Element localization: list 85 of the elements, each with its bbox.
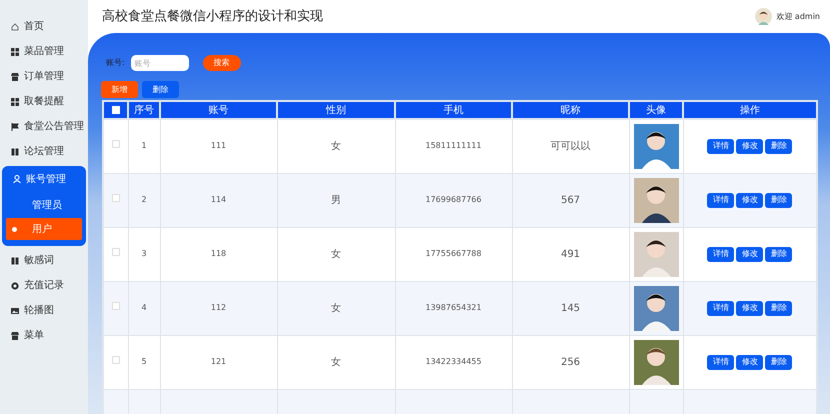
delete-button[interactable]: 删除 [142, 81, 179, 98]
nickname-cell: 145 [512, 281, 629, 335]
grid-icon [11, 48, 19, 56]
account-cell: 114 [160, 173, 277, 227]
row-checkbox[interactable] [112, 248, 120, 256]
search-label: 账号: [106, 57, 125, 69]
image-icon [11, 306, 19, 314]
gender-cell: 女 [277, 335, 395, 389]
phone-cell: 17699687766 [395, 173, 512, 227]
column-header: 昵称 [512, 101, 629, 119]
detail-button[interactable]: 详情 [707, 192, 734, 208]
search-field[interactable]: 账号 [130, 55, 189, 71]
phone-cell: 17755667788 [395, 227, 512, 281]
user-icon [13, 175, 21, 183]
phone-cell: 13422334455 [395, 335, 512, 389]
sidebar-item[interactable]: 账号管理 [2, 166, 86, 192]
submenu-item[interactable]: 用户 [6, 218, 82, 240]
home-icon [11, 22, 19, 30]
welcome-text: 欢迎 admin [776, 10, 820, 22]
flag-icon [11, 122, 19, 130]
sidebar-item[interactable]: 订单管理 [0, 64, 88, 89]
delete-row-button[interactable]: 删除 [765, 354, 792, 370]
add-button[interactable]: 新增 [101, 81, 138, 98]
sidebar-item[interactable]: 首页 [0, 14, 88, 39]
coin-icon [11, 282, 19, 290]
account-cell: 121 [160, 335, 277, 389]
account-cell: 111 [160, 119, 277, 173]
row-checkbox[interactable] [112, 302, 120, 310]
delete-row-button[interactable]: 删除 [765, 246, 792, 262]
grid-icon [11, 98, 19, 106]
select-all-checkbox[interactable] [112, 106, 120, 114]
delete-row-button[interactable]: 删除 [765, 138, 792, 154]
row-number: 2 [128, 173, 160, 227]
edit-button[interactable]: 修改 [736, 138, 764, 154]
detail-button[interactable]: 详情 [707, 138, 734, 154]
row-number: 3 [128, 227, 160, 281]
column-header: 性别 [277, 101, 395, 119]
delete-row-button[interactable]: 删除 [765, 192, 792, 208]
column-header: 手机 [395, 101, 512, 119]
sidebar-item[interactable]: 食堂公告管理 [0, 114, 88, 139]
row-checkbox[interactable] [112, 356, 120, 364]
account-cell: 118 [160, 227, 277, 281]
detail-button[interactable]: 详情 [707, 300, 734, 316]
store-icon [11, 332, 19, 340]
book-icon [11, 148, 19, 156]
phone-cell: 15811111111 [395, 119, 512, 173]
sidebar-item[interactable]: 轮播图 [0, 298, 88, 323]
gender-cell: 女 [277, 119, 395, 173]
delete-row-button[interactable]: 删除 [765, 300, 792, 316]
gender-cell: 女 [277, 227, 395, 281]
row-number: 5 [128, 335, 160, 389]
sidebar-item[interactable]: 敏感词 [0, 248, 88, 273]
nickname-cell: 可可以以 [512, 119, 629, 173]
row-checkbox[interactable] [112, 194, 120, 202]
column-header: 操作 [683, 101, 817, 119]
sidebar-item[interactable]: 菜品管理 [0, 39, 88, 64]
column-header: 账号 [160, 101, 277, 119]
search-button[interactable]: 搜索 [202, 55, 241, 71]
book-icon [11, 256, 19, 264]
store-icon [11, 72, 19, 80]
account-cell: 112 [160, 281, 277, 335]
detail-button[interactable]: 详情 [707, 354, 734, 370]
sidebar-item[interactable]: 充值记录 [0, 273, 88, 298]
nickname-cell: 491 [512, 227, 629, 281]
submenu-item[interactable]: 管理员 [6, 194, 82, 216]
edit-button[interactable]: 修改 [736, 192, 764, 208]
detail-button[interactable]: 详情 [707, 246, 734, 262]
sidebar-item[interactable]: 论坛管理 [0, 139, 88, 164]
gender-cell: 女 [277, 281, 395, 335]
gender-cell: 男 [277, 173, 395, 227]
row-number: 1 [128, 119, 160, 173]
row-checkbox[interactable] [112, 140, 120, 148]
column-header: 序号 [128, 101, 160, 119]
edit-button[interactable]: 修改 [736, 246, 764, 262]
edit-button[interactable]: 修改 [736, 354, 764, 370]
phone-cell: 13987654321 [395, 281, 512, 335]
edit-button[interactable]: 修改 [736, 300, 764, 316]
nickname-cell: 256 [512, 335, 629, 389]
column-header: 头像 [629, 101, 683, 119]
page-title: 高校食堂点餐微信小程序的设计和实现 [102, 8, 323, 26]
sidebar-item[interactable]: 取餐提醒 [0, 89, 88, 114]
row-number: 4 [128, 281, 160, 335]
avatar-icon [755, 8, 772, 25]
nickname-cell: 567 [512, 173, 629, 227]
sidebar-item[interactable]: 菜单 [0, 323, 88, 348]
